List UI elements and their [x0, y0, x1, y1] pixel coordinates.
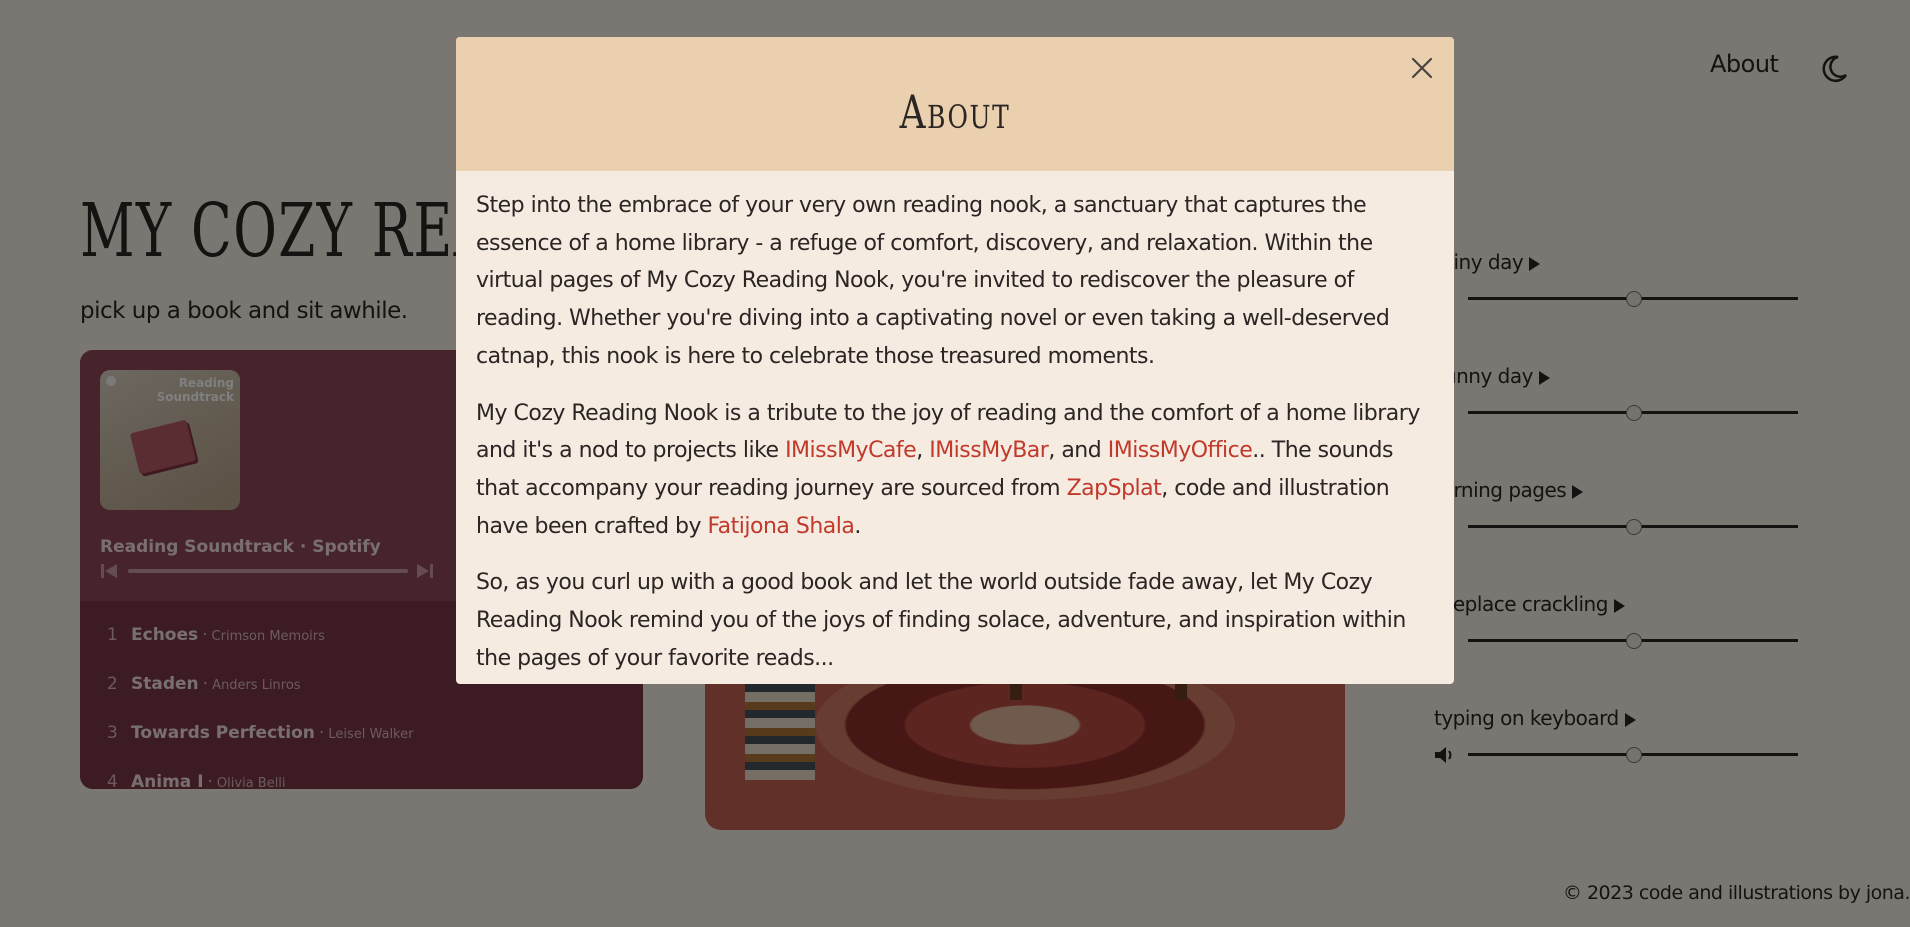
modal-title: About [899, 85, 1011, 139]
modal-body: Step into the embrace of your very own r… [456, 171, 1454, 677]
modal-header: About [456, 37, 1454, 171]
imissmybar-link[interactable]: IMissMyBar [929, 438, 1049, 463]
author-link[interactable]: Fatijona Shala [708, 514, 855, 539]
imissmyoffice-link[interactable]: IMissMyOffice [1108, 438, 1253, 463]
about-paragraph: So, as you curl up with a good book and … [476, 570, 1406, 671]
about-paragraph: My Cozy Reading Nook is a tribute to the… [476, 400, 1420, 539]
close-icon[interactable] [1407, 53, 1437, 83]
zapsplat-link[interactable]: ZapSplat [1067, 476, 1162, 501]
about-paragraph: Step into the embrace of your very own r… [476, 193, 1390, 369]
about-modal: About Step into the embrace of your very… [456, 37, 1454, 684]
imissmycafe-link[interactable]: IMissMyCafe [785, 438, 917, 463]
